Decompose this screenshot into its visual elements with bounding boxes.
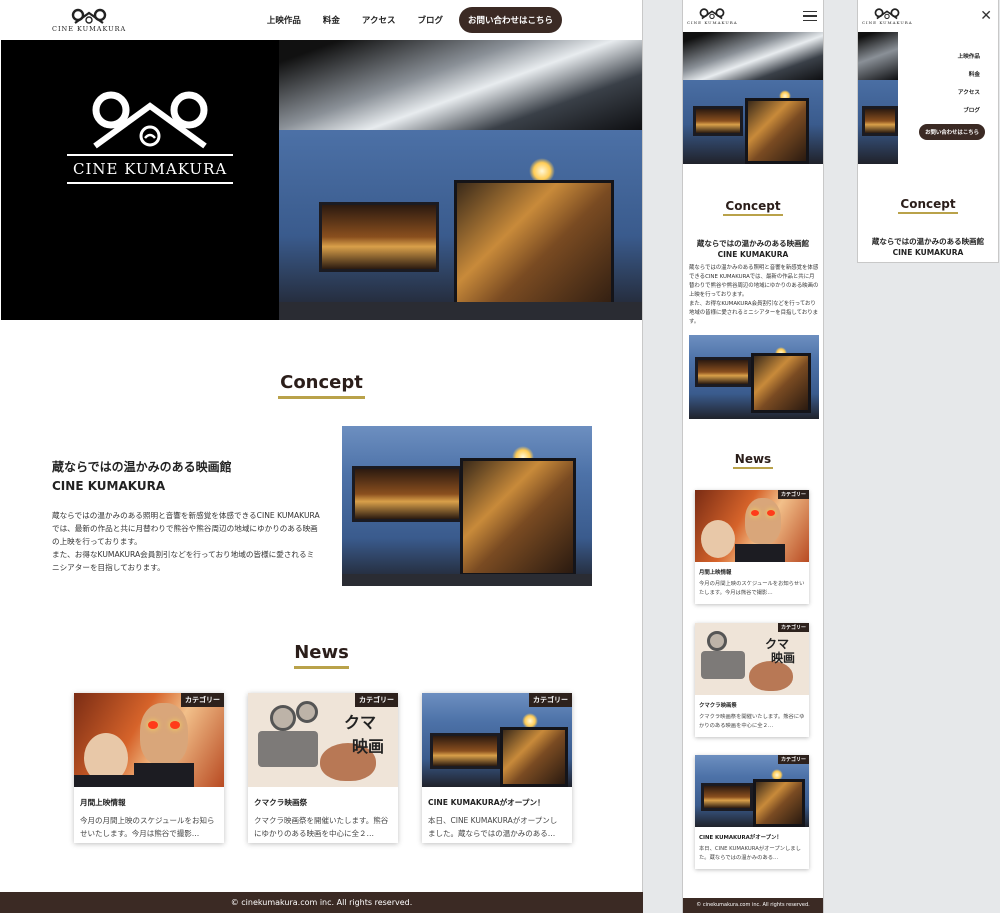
nav-item-access[interactable]: アクセス: [958, 88, 980, 96]
logo-text: CINE KUMAKURA: [687, 20, 738, 25]
nav-item-blog[interactable]: ブログ: [417, 14, 443, 26]
news-title: クマクラ映画祭: [254, 798, 308, 807]
mobile-menu-page: CINE KUMAKURA ✕ 上映作品 料金 アクセス ブログ お問い合わせは…: [857, 0, 999, 263]
concept-title-line1: 蔵ならではの温かみのある映画館: [696, 239, 810, 248]
site-footer: © cinekumakura.com inc. All rights reser…: [683, 898, 823, 913]
concept-body: 蔵ならではの温かみのある照明と音響を新感覚を体感できるCINE KUMAKURA…: [52, 509, 320, 574]
concept-title-line2: CINE KUMAKURA: [52, 479, 166, 493]
nav-item-films[interactable]: 上映作品: [267, 14, 301, 26]
concept-paragraph: 蔵ならではの温かみのある照明と音響を新感覚を体感できるCINE KUMAKURA…: [52, 511, 320, 546]
concept-paragraph: 蔵ならではの温かみのある照明と音響を新感覚を体感できるCINE KUMAKURA…: [689, 265, 819, 298]
concept-title: 蔵ならではの温かみのある映画館 CINE KUMAKURA: [858, 236, 998, 258]
news-card[interactable]: クマ 映画 カテゴリー クマクラ映画祭 クマクラ映画祭を開催いたします。熊谷にゆ…: [248, 693, 398, 843]
contact-button[interactable]: お問い合わせはこちら: [919, 124, 985, 140]
hero-photo: [683, 32, 823, 164]
desktop-page: CINE KUMAKURA 上映作品 料金 アクセス ブログ お問い合わせはこち…: [0, 0, 643, 913]
news-title: クマクラ映画祭: [699, 703, 737, 709]
category-badge: カテゴリー: [181, 693, 224, 707]
close-icon[interactable]: ✕: [980, 9, 992, 23]
concept-title: 蔵ならではの温かみのある映画館 CINE KUMAKURA: [683, 238, 823, 260]
header-logo[interactable]: CINE KUMAKURA: [687, 7, 738, 25]
news-heading: News: [0, 642, 643, 669]
nav-item-price[interactable]: 料金: [323, 14, 340, 26]
news-thumbnail: カテゴリー: [74, 693, 224, 787]
news-title: CINE KUMAKURAがオープン！: [699, 835, 782, 841]
category-badge: カテゴリー: [777, 623, 809, 632]
news-heading: News: [683, 452, 823, 469]
logo-text: CINE KUMAKURA: [862, 20, 913, 25]
site-footer: © cinekumakura.com inc. All rights reser…: [0, 892, 643, 913]
hamburger-icon[interactable]: [803, 8, 817, 25]
concept-title: 蔵ならではの温かみのある映画館 CINE KUMAKURA: [52, 458, 232, 496]
news-title: 月間上映情報: [80, 798, 126, 807]
news-card[interactable]: クマ 映画 カテゴリー クマクラ映画祭 クマクラ映画祭を開催いたします。熊谷にゆ…: [695, 623, 809, 737]
news-excerpt: 本日、CINE KUMAKURAがオープンしました。蔵ならではの温かみのある…: [699, 846, 801, 861]
news-excerpt: 本日、CINE KUMAKURAがオープンしました。蔵ならではの温かみのある…: [428, 816, 558, 838]
category-badge: カテゴリー: [355, 693, 398, 707]
concept-photo: [342, 426, 592, 586]
news-excerpt: 今月の月間上映のスケジュールをお知らせいたします。今月は熊谷で撮影…: [80, 816, 215, 838]
bear-logo-icon: [71, 8, 107, 24]
hero-photo: [858, 32, 898, 164]
news-card[interactable]: カテゴリー CINE KUMAKURAがオープン！ 本日、CINE KUMAKU…: [422, 693, 572, 843]
news-card[interactable]: カテゴリー CINE KUMAKURAがオープン！ 本日、CINE KUMAKU…: [695, 755, 809, 869]
category-badge: カテゴリー: [777, 490, 809, 499]
concept-paragraph-2: また、お得なKUMAKURA会員割引などを行っており地域の皆様に愛されるミニシア…: [689, 301, 819, 325]
concept-heading: Concept: [683, 199, 823, 216]
concept-heading: Concept: [0, 372, 643, 399]
nav-item-blog[interactable]: ブログ: [958, 106, 980, 114]
concept-title-line2: CINE KUMAKURA: [892, 248, 964, 257]
news-thumbnail: クマ 映画 カテゴリー: [248, 693, 398, 787]
mobile-nav: 上映作品 料金 アクセス ブログ: [958, 52, 980, 124]
news-excerpt: クマクラ映画祭を開催いたします。熊谷にゆかりのある映画を中心に全２…: [254, 816, 389, 838]
news-excerpt: 今月の月間上映のスケジュールをお知らせいたします。今月は熊谷で撮影…: [699, 581, 805, 596]
concept-paragraph-2: また、お得なKUMAKURA会員割引などを行っており地域の皆様に愛されるミニシア…: [52, 550, 315, 572]
news-excerpt: クマクラ映画祭を開催いたします。熊谷にゆかりのある映画を中心に全２…: [699, 714, 805, 729]
hero-section: CINE KUMAKURA: [1, 40, 642, 320]
site-header: CINE KUMAKURA 上映作品 料金 アクセス ブログ お問い合わせはこち…: [0, 0, 642, 40]
nav-item-price[interactable]: 料金: [958, 70, 980, 78]
nav-item-films[interactable]: 上映作品: [958, 52, 980, 60]
concept-title-line1: 蔵ならではの温かみのある映画館: [52, 460, 232, 474]
news-card[interactable]: カテゴリー 月間上映情報 今月の月間上映のスケジュールをお知らせいたします。今月…: [74, 693, 224, 843]
mobile-header: CINE KUMAKURA ✕: [858, 0, 998, 32]
news-title: CINE KUMAKURAがオープン！: [428, 798, 545, 807]
mobile-page: CINE KUMAKURA Concept 蔵ならではの温かみのある映画館 CI…: [682, 0, 824, 913]
category-badge: カテゴリー: [777, 755, 809, 764]
concept-photo: [689, 335, 819, 419]
news-thumbnail: カテゴリー: [695, 755, 809, 827]
concept-body: 蔵ならではの温かみのある照明と音響を新感覚を体感できるCINE KUMAKURA…: [689, 264, 819, 327]
logo-text: CINE KUMAKURA: [52, 25, 127, 33]
hero-logo-text: CINE KUMAKURA: [67, 154, 234, 184]
hero-photo: [279, 40, 642, 320]
concept-heading: Concept: [858, 197, 998, 214]
news-title: 月間上映情報: [699, 570, 732, 576]
header-logo[interactable]: CINE KUMAKURA: [862, 7, 913, 25]
concept-title-line2: CINE KUMAKURA: [717, 250, 789, 259]
mobile-header: CINE KUMAKURA: [683, 0, 823, 32]
news-thumbnail: クマ 映画 カテゴリー: [695, 623, 809, 695]
bear-logo-icon: [874, 8, 900, 20]
hero-logo: CINE KUMAKURA: [67, 88, 234, 184]
contact-button[interactable]: お問い合わせはこちら: [458, 7, 562, 33]
news-thumbnail: カテゴリー: [422, 693, 572, 787]
bear-logo-icon: [92, 91, 208, 149]
category-badge: カテゴリー: [529, 693, 572, 707]
news-card[interactable]: カテゴリー 月間上映情報 今月の月間上映のスケジュールをお知らせいたします。今月…: [695, 490, 809, 604]
bear-logo-icon: [699, 8, 725, 20]
news-thumbnail: カテゴリー: [695, 490, 809, 562]
nav-item-access[interactable]: アクセス: [362, 14, 396, 26]
main-nav: 上映作品 料金 アクセス ブログ お問い合わせはこちら: [267, 7, 562, 33]
header-logo[interactable]: CINE KUMAKURA: [52, 7, 126, 33]
concept-title-line1: 蔵ならではの温かみのある映画館: [871, 237, 985, 246]
